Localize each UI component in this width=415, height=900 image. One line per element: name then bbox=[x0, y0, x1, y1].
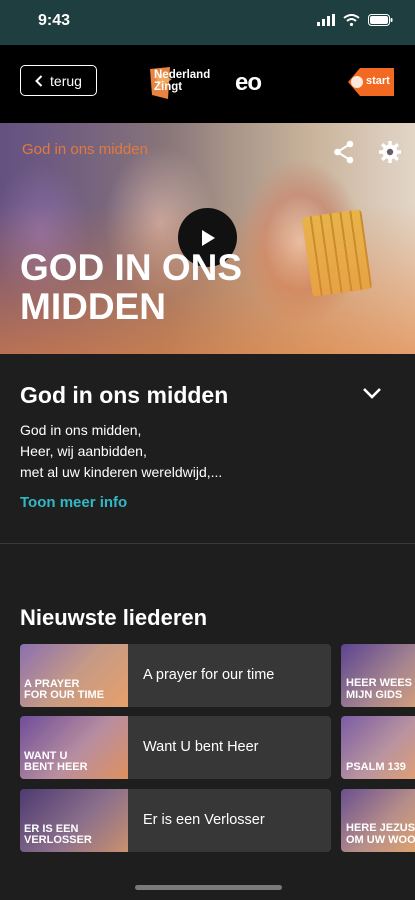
top-navbar: terug Nederland Zingt eo start bbox=[0, 45, 415, 123]
lyrics-line: God in ons midden, bbox=[20, 422, 142, 438]
song-card-next-column[interactable]: PSALM 139 bbox=[341, 716, 415, 779]
share-icon[interactable] bbox=[333, 140, 355, 169]
signal-icon bbox=[317, 14, 335, 26]
thumb-caption: ER IS EEN VERLOSSER bbox=[24, 824, 92, 846]
status-bar: 9:43 bbox=[0, 0, 415, 45]
thumb-caption: PSALM 139 bbox=[346, 761, 406, 773]
thumb-caption: A PRAYER FOR OUR TIME bbox=[24, 679, 104, 701]
status-time: 9:43 bbox=[38, 12, 71, 29]
song-card-title: A prayer for our time bbox=[143, 667, 275, 683]
chevron-left-icon bbox=[35, 74, 43, 87]
thumb-caption-line: MIJN GIDS bbox=[346, 689, 403, 701]
hero-video[interactable]: God in ons midden GOD IN ONS MIDDEN bbox=[0, 123, 415, 354]
thumb-caption: HERE JEZUS OM UW WOO bbox=[346, 822, 415, 846]
npo-start-label: start bbox=[366, 75, 390, 87]
hero-title: GOD IN ONS MIDDEN bbox=[20, 247, 243, 327]
status-icons bbox=[317, 14, 393, 26]
song-info-section: God in ons midden God in ons midden, Hee… bbox=[0, 354, 415, 544]
lyrics-line: met al uw kinderen wereldwijd,... bbox=[20, 464, 223, 480]
song-title: God in ons midden bbox=[20, 382, 229, 408]
lyrics-line: Heer, wij aanbidden, bbox=[20, 443, 147, 459]
thumb-caption-line: HEER WEES bbox=[346, 677, 413, 689]
logo-nz-line1: Nederland bbox=[154, 69, 211, 81]
logo-nz-line2: Zingt bbox=[154, 81, 183, 93]
song-thumbnail: WANT U BENT HEER bbox=[20, 716, 128, 779]
thumb-caption-line: HERE JEZUS bbox=[346, 822, 415, 834]
song-lyrics-preview: God in ons midden, Heer, wij aanbidden, … bbox=[20, 420, 222, 483]
back-label: terug bbox=[50, 72, 82, 89]
thumb-caption: HEER WEES MIJN GIDS bbox=[346, 677, 412, 701]
back-button[interactable]: terug bbox=[20, 65, 97, 96]
chevron-down-icon[interactable] bbox=[361, 386, 383, 405]
song-thumbnail: A PRAYER FOR OUR TIME bbox=[20, 644, 128, 707]
home-indicator[interactable] bbox=[135, 885, 282, 890]
nederland-zingt-logo: Nederland Zingt bbox=[148, 65, 218, 101]
hero-subtitle: God in ons midden bbox=[22, 141, 148, 158]
thumb-caption-line: PSALM 139 bbox=[346, 761, 406, 773]
thumb-caption: WANT U BENT HEER bbox=[24, 751, 88, 773]
play-icon bbox=[201, 229, 215, 246]
wifi-icon bbox=[343, 14, 360, 26]
song-card[interactable]: A PRAYER FOR OUR TIME A prayer for our t… bbox=[20, 644, 331, 707]
battery-icon bbox=[368, 14, 393, 26]
song-card-title: Want U bent Heer bbox=[143, 739, 259, 755]
eo-logo: eo bbox=[235, 69, 262, 96]
thumb-caption-line: OM UW WOO bbox=[346, 834, 415, 846]
song-card-title: Er is een Verlosser bbox=[143, 812, 265, 828]
show-more-info-link[interactable]: Toon meer info bbox=[20, 494, 127, 511]
thumb-caption-line: VERLOSSER bbox=[24, 834, 92, 846]
thumb-caption-line: FOR OUR TIME bbox=[24, 689, 105, 701]
divider bbox=[0, 543, 415, 544]
song-card[interactable]: WANT U BENT HEER Want U bent Heer bbox=[20, 716, 331, 779]
thumb-caption-line: BENT HEER bbox=[24, 761, 88, 773]
npo-start-logo[interactable]: start bbox=[344, 64, 396, 100]
section-title-newest: Nieuwste liederen bbox=[20, 605, 208, 630]
gear-icon[interactable] bbox=[378, 140, 402, 169]
song-card-next-column[interactable]: HEER WEES MIJN GIDS bbox=[341, 644, 415, 707]
song-card[interactable]: ER IS EEN VERLOSSER Er is een Verlosser bbox=[20, 789, 331, 852]
song-thumbnail: ER IS EEN VERLOSSER bbox=[20, 789, 128, 852]
song-card-next-column[interactable]: HERE JEZUS OM UW WOO bbox=[341, 789, 415, 852]
